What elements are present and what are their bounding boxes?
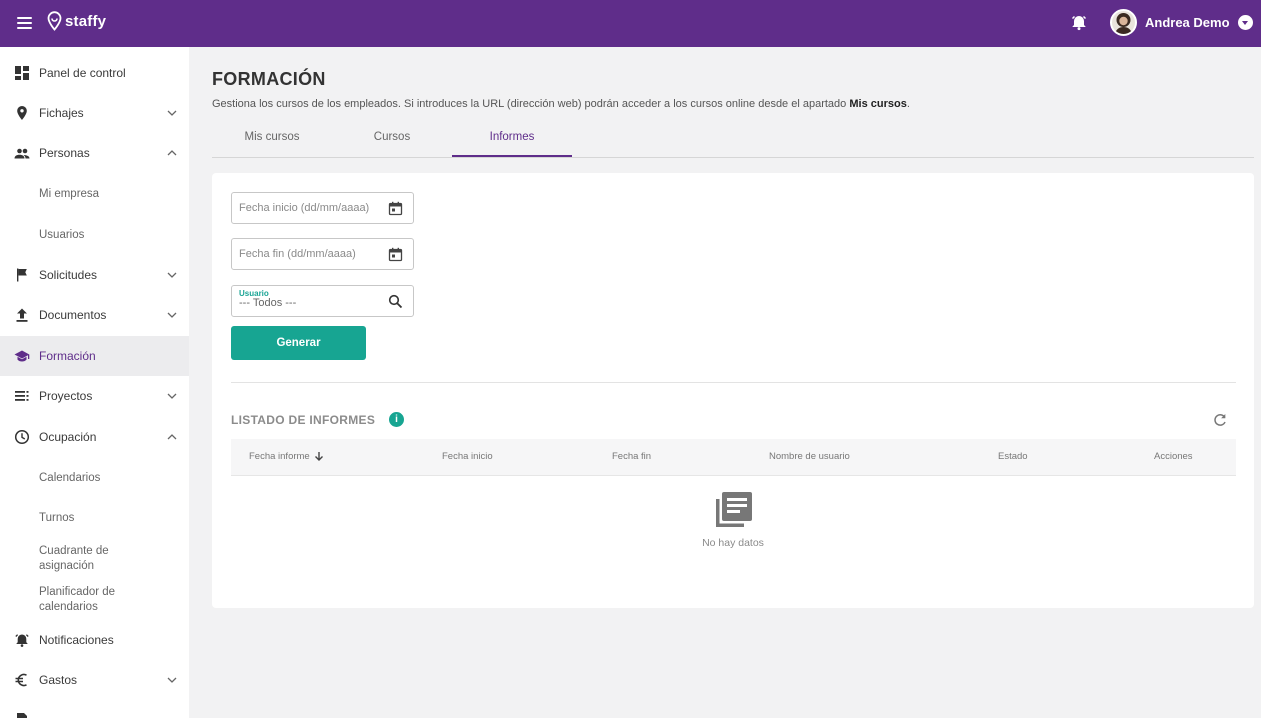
search-icon[interactable] [388, 294, 403, 309]
chevron-up-icon [167, 150, 177, 156]
reports-table-header: Fecha informe Fecha inicio Fecha fin Nom… [231, 439, 1236, 476]
chevron-down-icon[interactable] [1237, 15, 1253, 30]
sidebar-item-partial[interactable] [0, 700, 189, 718]
usuario-value: --- Todos --- [239, 297, 297, 309]
sidebar-item-panel-de-control[interactable]: Panel de control [0, 53, 189, 93]
location-pin-icon [17, 106, 27, 120]
calendar-icon[interactable] [388, 247, 403, 262]
graduation-cap-icon [14, 350, 30, 362]
chevron-up-icon [167, 434, 177, 440]
mis-cursos-link: Mis cursos [849, 98, 907, 110]
tab-informes[interactable]: Informes [452, 125, 572, 157]
chevron-down-icon [167, 272, 177, 278]
sidebar-subitem-mi-empresa[interactable]: Mi empresa [39, 187, 99, 202]
chevron-down-icon [167, 312, 177, 318]
sidebar-item-proyectos[interactable]: Proyectos [0, 376, 189, 416]
column-fecha-informe[interactable]: Fecha informe [249, 451, 324, 462]
empty-library-icon [716, 492, 752, 527]
alarm-bell-icon [15, 634, 29, 647]
avatar [1110, 9, 1137, 36]
sidebar-subitem-usuarios[interactable]: Usuarios [39, 228, 84, 243]
tab-cursos[interactable]: Cursos [332, 125, 452, 157]
top-bar: staffy Andrea Demo [0, 0, 1261, 47]
euro-icon [15, 673, 27, 687]
sidebar-item-label: Ocupación [39, 430, 97, 444]
column-nombre-de-usuario[interactable]: Nombre de usuario [769, 451, 850, 462]
sidebar-subitem-calendarios[interactable]: Calendarios [39, 471, 100, 486]
sidebar-item-label: Documentos [39, 308, 107, 322]
brand-name: staffy [65, 12, 107, 30]
upload-icon [16, 308, 28, 322]
column-acciones: Acciones [1154, 451, 1193, 462]
chevron-down-icon [167, 110, 177, 116]
flag-icon [17, 268, 27, 282]
sidebar-item-label: Solicitudes [39, 268, 98, 282]
dashboard-icon [15, 66, 29, 80]
sidebar: Panel de control Fichajes Personas Mi em… [0, 47, 189, 718]
sidebar-item-documentos[interactable]: Documentos [0, 295, 189, 335]
column-estado[interactable]: Estado [998, 451, 1028, 462]
divider [231, 382, 1236, 383]
sidebar-item-formacion[interactable]: Formación [0, 336, 189, 376]
location-pin-icon [47, 11, 62, 31]
column-fecha-inicio[interactable]: Fecha inicio [442, 451, 493, 462]
user-menu[interactable]: Andrea Demo [1110, 9, 1253, 36]
sidebar-item-label: Notificaciones [39, 633, 114, 647]
refresh-icon[interactable] [1212, 412, 1228, 428]
sidebar-item-personas[interactable]: Personas [0, 133, 189, 173]
sidebar-item-label: Fichajes [39, 106, 84, 120]
generate-button[interactable]: Generar [231, 326, 366, 360]
tab-bar: Mis cursos Cursos Informes [212, 125, 1254, 158]
fecha-inicio-field[interactable]: Fecha inicio (dd/mm/aaaa) [231, 192, 414, 224]
sidebar-subitem-planificador-de-calendarios[interactable]: Planificador de calendarios [39, 585, 139, 615]
list-icon [15, 391, 29, 401]
sidebar-item-label: Personas [39, 146, 90, 160]
people-icon [14, 148, 30, 159]
alarm-bell-icon[interactable] [1070, 13, 1088, 31]
fecha-inicio-placeholder: Fecha inicio (dd/mm/aaaa) [239, 202, 370, 214]
sidebar-item-label: Gastos [39, 673, 78, 687]
reports-list-title: LISTADO DE INFORMES [231, 413, 376, 427]
fecha-fin-field[interactable]: Fecha fin (dd/mm/aaaa) [231, 238, 414, 270]
fecha-fin-placeholder: Fecha fin (dd/mm/aaaa) [239, 248, 356, 260]
sidebar-item-solicitudes[interactable]: Solicitudes [0, 255, 189, 295]
arrow-down-icon [314, 452, 323, 461]
usuario-select[interactable]: Usuario --- Todos --- [231, 285, 414, 317]
page-title: FORMACIÓN [212, 69, 326, 89]
sidebar-subitem-turnos[interactable]: Turnos [39, 511, 74, 526]
reports-card: Fecha inicio (dd/mm/aaaa) Fecha fin (dd/… [212, 173, 1254, 608]
sidebar-item-label: Proyectos [39, 389, 93, 403]
info-icon[interactable]: i [389, 412, 404, 427]
page-description: Gestiona los cursos de los empleados. Si… [212, 98, 910, 110]
calendar-icon[interactable] [388, 201, 403, 216]
column-fecha-fin[interactable]: Fecha fin [612, 451, 651, 462]
sidebar-item-label: Panel de control [39, 66, 126, 80]
clock-icon [14, 429, 30, 445]
sidebar-item-ocupacion[interactable]: Ocupación [0, 417, 189, 457]
chevron-down-icon [167, 677, 177, 683]
tab-mis-cursos[interactable]: Mis cursos [212, 125, 332, 157]
sidebar-item-label: Formación [39, 349, 96, 363]
user-name: Andrea Demo [1145, 15, 1230, 30]
menu-icon[interactable] [17, 17, 32, 29]
sidebar-subitem-cuadrante-de-asignacion[interactable]: Cuadrante de asignación [39, 544, 139, 574]
empty-state-text: No hay datos [702, 537, 764, 549]
logo[interactable]: staffy [47, 11, 106, 31]
sidebar-item-notificaciones[interactable]: Notificaciones [0, 620, 189, 660]
chevron-down-icon [167, 393, 177, 399]
document-icon [17, 713, 27, 718]
sidebar-item-gastos[interactable]: Gastos [0, 660, 189, 700]
sidebar-item-fichajes[interactable]: Fichajes [0, 93, 189, 133]
